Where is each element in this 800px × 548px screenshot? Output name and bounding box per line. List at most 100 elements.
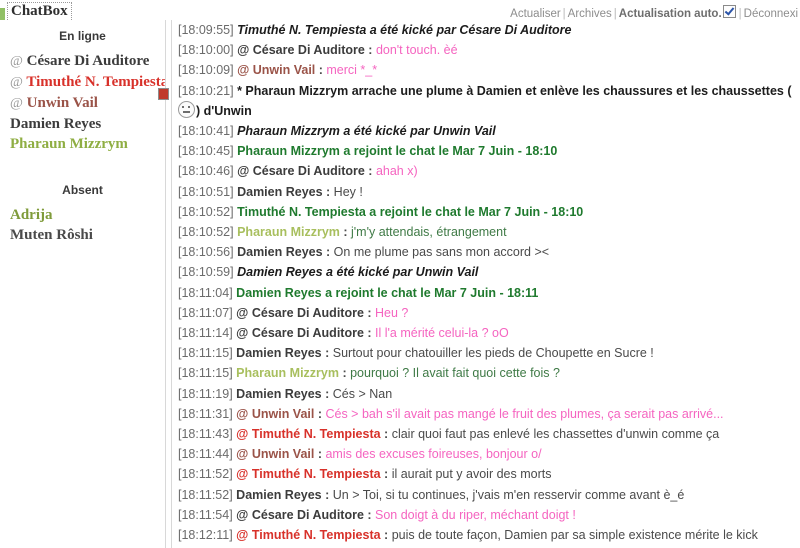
logout-link[interactable]: Déconnexi (744, 8, 798, 20)
sidebar-user-name: Unwin Vail (26, 95, 98, 111)
message-author[interactable]: @ Césare Di Auditore (236, 306, 364, 320)
sidebar-user-online[interactable]: @ Timuthé N. Tempiesta (6, 72, 165, 93)
chat-message: [18:10:51] Damien Reyes : Hey ! (176, 182, 798, 202)
message-author[interactable]: Damien Reyes (236, 488, 321, 502)
message-author[interactable]: @ Césare Di Auditore (237, 164, 365, 178)
message-author[interactable]: @ Unwin Vail (237, 63, 315, 77)
message-author[interactable]: Pharaun Mizzrym (237, 225, 340, 239)
chat-message: [18:11:31] @ Unwin Vail : Cés > bah s'il… (176, 404, 798, 424)
message-text: Cés > bah s'il avait pas mangé le fruit … (325, 406, 724, 421)
message-author[interactable]: @ Unwin Vail (236, 447, 314, 461)
archives-link[interactable]: Archives (568, 8, 612, 20)
message-author[interactable]: Pharaun Mizzrym (236, 366, 339, 380)
action-notice-text: ) d'Unwin (196, 103, 252, 118)
message-timestamp: [18:10:51] (178, 184, 234, 199)
refresh-link[interactable]: Actualiser (510, 8, 561, 20)
message-timestamp: [18:11:04] (178, 285, 233, 300)
checkbox-checked-icon[interactable] (722, 5, 736, 18)
chat-message: [18:10:59] Damien Reyes a été kické par … (176, 262, 798, 282)
message-timestamp: [18:11:15] (178, 346, 233, 361)
message-separator: : (338, 366, 351, 381)
chat-message: [18:11:07] @ Césare Di Auditore : Heu ? (176, 303, 798, 323)
separator: | (738, 8, 742, 20)
system-notice-text: Timuthé N. Tempiesta a rejoint le chat l… (237, 204, 584, 219)
message-text: Cés > Nan (332, 386, 393, 401)
chat-message: [18:10:00] @ Césare Di Auditore : don't … (176, 40, 798, 60)
message-timestamp: [18:11:54] (178, 507, 233, 522)
at-mention-icon: @ (10, 54, 23, 69)
message-text: Son doigt à du riper, méchant doigt ! (375, 507, 576, 522)
chat-message: [18:12:11] @ Timuthé N. Tempiesta : puis… (176, 525, 798, 545)
message-author[interactable]: Damien Reyes (236, 387, 321, 401)
chat-message: [18:11:19] Damien Reyes : Cés > Nan (176, 384, 798, 404)
message-author[interactable]: @ Unwin Vail (236, 407, 314, 421)
auto-refresh-label: Actualisation auto. (618, 8, 722, 20)
message-author[interactable]: @ Césare Di Auditore (237, 43, 365, 57)
message-timestamp: [18:11:44] (178, 447, 233, 462)
chat-message: [18:09:55] Timuthé N. Tempiesta a été ki… (176, 20, 798, 40)
sidebar-user-online[interactable]: @ Unwin Vail (6, 93, 159, 114)
message-timestamp: [18:09:55] (178, 23, 234, 37)
sidebar-user-name: Pharaun Mizzrym (10, 136, 128, 152)
message-text: Heu ? (375, 305, 409, 320)
message-author[interactable]: @ Timuthé N. Tempiesta (236, 427, 380, 441)
message-timestamp: [18:10:59] (178, 265, 234, 280)
chat-message: [18:11:14] @ Césare Di Auditore : Il l'a… (176, 323, 798, 343)
message-separator: : (322, 245, 334, 260)
message-separator: : (363, 305, 376, 320)
sidebar-user-absent[interactable]: Muten Rôshi (6, 225, 159, 245)
message-author[interactable]: Damien Reyes (237, 245, 322, 259)
sidebar-user-online[interactable]: Pharaun Mizzrym (6, 134, 159, 154)
message-separator: : (380, 427, 392, 442)
message-timestamp: [18:10:52] (178, 225, 234, 240)
message-author[interactable]: @ Timuthé N. Tempiesta (236, 467, 380, 481)
message-author[interactable]: @ Timuthé N. Tempiesta (236, 528, 380, 542)
chat-message: [18:10:21] * Pharaun Mizzrym arrache une… (176, 81, 798, 121)
chat-log[interactable]: [18:09:55] Timuthé N. Tempiesta a été ki… (171, 20, 800, 548)
message-text: ahah x) (375, 164, 418, 179)
sidebar-user-name: Césare Di Auditore (26, 53, 150, 69)
chat-message: [18:11:04] Damien Reyes a rejoint le cha… (176, 283, 798, 303)
message-author[interactable]: Damien Reyes (236, 346, 321, 360)
message-separator: : (364, 43, 376, 58)
message-author[interactable]: @ Césare Di Auditore (236, 326, 364, 340)
body-split: En ligne @ Césare Di Auditore @ Timuthé N… (0, 20, 800, 548)
action-notice-text: * Pharaun Mizzrym arrache une plume à Da… (237, 83, 792, 98)
chat-message: [18:11:15] Pharaun Mizzrym : pourquoi ? … (176, 363, 798, 383)
sidebar-user-absent[interactable]: Adrija (6, 205, 159, 225)
message-timestamp: [18:11:19] (178, 386, 233, 401)
chat-message: [18:11:43] @ Timuthé N. Tempiesta : clai… (176, 424, 798, 444)
message-timestamp: [18:10:21] (178, 83, 234, 98)
online-user-list: @ Césare Di Auditore @ Timuthé N. Tempies… (6, 51, 165, 154)
message-separator: : (339, 225, 352, 240)
message-text: il aurait put y avoir des morts (391, 467, 552, 482)
message-timestamp: [18:10:45] (178, 144, 234, 159)
message-author[interactable]: @ Césare Di Auditore (236, 508, 364, 522)
separator: | (613, 8, 617, 20)
chat-message: [18:10:45] Pharaun Mizzrym a rejoint le … (176, 141, 798, 161)
message-text: Hey ! (333, 184, 363, 199)
chat-message: [18:11:54] @ Césare Di Auditore : Son do… (176, 505, 798, 525)
message-timestamp: [18:10:46] (178, 164, 234, 179)
message-timestamp: [18:11:31] (178, 406, 233, 421)
system-notice-text: Pharaun Mizzrym a été kické par Unwin Va… (237, 124, 496, 139)
message-timestamp: [18:12:11] (178, 528, 233, 543)
chat-message: [18:11:52] Damien Reyes : Un > Toi, si t… (176, 485, 798, 505)
sidebar-user-online[interactable]: @ Césare Di Auditore (6, 51, 159, 72)
message-text: puis de toute façon, Damien par sa simpl… (391, 528, 758, 543)
sidebar-user-name: Damien Reyes (10, 116, 102, 132)
message-timestamp: [18:10:09] (178, 63, 234, 78)
chat-message-list: [18:09:55] Timuthé N. Tempiesta a été ki… (172, 20, 800, 545)
sidebar-user-online[interactable]: Damien Reyes (6, 114, 159, 134)
chat-message: [18:11:15] Damien Reyes : Surtout pour c… (176, 343, 798, 363)
message-timestamp: [18:11:52] (178, 467, 233, 482)
message-text: clair quoi faut pas enlevé les chassette… (391, 427, 720, 442)
message-author[interactable]: Damien Reyes (237, 185, 322, 199)
chat-message: [18:10:52] Pharaun Mizzrym : j'm'y atten… (176, 222, 798, 242)
chat-message: [18:10:52] Timuthé N. Tempiesta a rejoin… (176, 202, 798, 222)
message-separator: : (363, 507, 376, 522)
message-timestamp: [18:10:52] (178, 204, 234, 219)
message-timestamp: [18:11:43] (178, 427, 233, 442)
message-timestamp: [18:11:14] (178, 326, 233, 341)
message-text: j'm'y attendais, étrangement (351, 225, 507, 240)
